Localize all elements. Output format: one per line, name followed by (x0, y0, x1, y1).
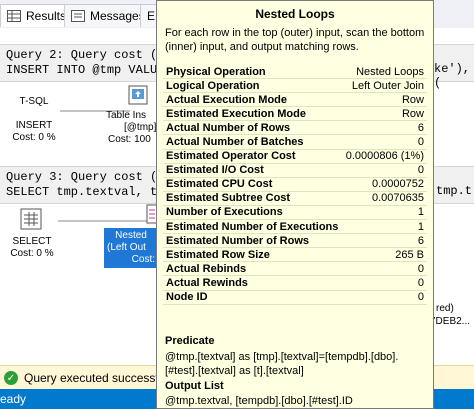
tab-messages[interactable]: Messages (64, 4, 145, 27)
select-icon[interactable] (20, 208, 42, 233)
query2-cost-text: Query 2: Query cost ( (6, 48, 158, 62)
tooltip-description: For each row in the top (outer) input, s… (165, 27, 425, 53)
table-insert-icon[interactable] (128, 85, 148, 108)
tooltip-property-value: 0 (341, 275, 427, 291)
tooltip-property-key: Estimated Execution Mode (163, 106, 342, 122)
tooltip-property-value: 6 (341, 233, 427, 249)
flow-arrow-2 (58, 220, 148, 222)
tooltip-property-row: Estimated CPU Cost 0.0000752 (163, 177, 427, 192)
predicate-text: @tmp.[textval] as [tmp].[textval]=[tempd… (165, 351, 399, 377)
message-icon (71, 10, 85, 22)
tooltip-property-key: Actual Number of Batches (163, 134, 342, 150)
tooltip-property-key: Node ID (163, 290, 342, 305)
tooltip-property-key: Estimated Row Size (163, 247, 342, 263)
tooltip-property-row: Physical Operation Nested Loops (163, 65, 427, 80)
query3-cost-text: Query 3: Query cost ( (6, 170, 158, 184)
tooltip-property-row: Number of Executions 1 (163, 205, 427, 221)
tooltip-property-value: 0.0070635 (341, 191, 427, 206)
tooltip-property-key: Actual Rewinds (163, 275, 342, 291)
tab-results-label: Results (26, 9, 67, 23)
insert-cost: Cost: 0 % (12, 132, 56, 143)
tooltip-property-value: 0.0000752 (341, 177, 427, 192)
tooltip-title: Nested Loops (255, 7, 335, 21)
query2-sql-tail: ke'), ( (434, 62, 471, 90)
tooltip-property-row: Estimated I/O Cost 0 (163, 163, 427, 178)
tab-messages-label: Messages (90, 9, 145, 23)
tooltip-property-value: 1 (341, 219, 427, 235)
table-insert-sub: [@tmp] (124, 122, 157, 133)
tooltip-property-row: Estimated Number of Rows 6 (163, 233, 427, 249)
tooltip-properties-table: Physical Operation Nested Loops Logical Op… (163, 65, 427, 305)
tooltip-property-key: Estimated Subtree Cost (163, 191, 342, 206)
tab-execution-plan-label: E (147, 9, 156, 23)
tooltip-property-value: 0.0000806 (1%) (341, 149, 427, 164)
plan-right-text-1: red) (436, 303, 454, 314)
tooltip-property-key: Actual Rebinds (163, 261, 342, 277)
app-status-text: eady (0, 392, 27, 406)
tab-results[interactable]: Results (0, 4, 66, 27)
tooltip-property-row: Estimated Execution Mode Row (163, 106, 427, 122)
tooltip-property-key: Physical Operation (163, 65, 342, 80)
tooltip-property-value: Left Outer Join (341, 78, 427, 94)
query2-sql-text: INSERT INTO @tmp VALU (6, 63, 158, 77)
tooltip-property-row: Estimated Number of Executions 1 (163, 219, 427, 235)
tooltip-property-key: Estimated CPU Cost (163, 177, 342, 192)
output-list-text: @tmp.textval, [tempdb].[dbo].[#test].ID (165, 395, 353, 407)
tooltip-property-value: Row (341, 92, 427, 108)
predicate-label: Predicate (165, 335, 215, 347)
tooltip-property-value: Row (341, 106, 427, 122)
tooltip-property-row: Estimated Operator Cost 0.0000806 (1%) (163, 149, 427, 164)
tooltip-property-key: Estimated Number of Executions (163, 219, 342, 235)
select-cost: Cost: 0 % (10, 248, 54, 259)
tooltip-property-row: Logical Operation Left Outer Join (163, 78, 427, 94)
nested-loops-node[interactable]: Nested (Left Out Cost: (104, 228, 158, 268)
tooltip-property-key: Actual Execution Mode (163, 92, 342, 108)
insert-node[interactable]: T-SQL INSERT Cost: 0 % (4, 96, 64, 144)
tsql-label: T-SQL (19, 96, 49, 107)
nested-cost: Cost: (131, 254, 155, 265)
tooltip-property-row: Node ID 0 (163, 290, 427, 305)
tooltip-property-key: Actual Number of Rows (163, 120, 342, 136)
output-list-label: Output List (165, 380, 224, 392)
tooltip-property-key: Estimated Operator Cost (163, 149, 342, 164)
tooltip-property-value: 0 (341, 134, 427, 150)
tooltip-property-row: Actual Rebinds 0 (163, 261, 427, 277)
query3-sql-tail: tmp.t (436, 184, 473, 198)
table-insert-cost: Cost: 100 (108, 134, 151, 145)
tooltip-property-key: Estimated I/O Cost (163, 163, 342, 178)
insert-label: INSERT (15, 120, 53, 131)
success-check-icon: ✓ (4, 371, 18, 385)
nested-sub: (Left Out (107, 242, 146, 253)
tooltip-property-value: 0 (341, 290, 427, 305)
table-insert-node[interactable]: Table Ins [@tmp] Cost: 100 (100, 110, 160, 146)
tooltip-property-row: Actual Number of Rows 6 (163, 120, 427, 136)
tooltip-property-value: 6 (341, 120, 427, 136)
grid-icon (7, 10, 21, 22)
tooltip-property-value: 0 (341, 163, 427, 178)
tooltip-property-row: Estimated Row Size 265 B (163, 247, 427, 263)
tooltip-property-value: Nested Loops (341, 65, 427, 80)
tooltip-property-row: Estimated Subtree Cost 0.0070635 (163, 191, 427, 206)
nested-label: Nested (115, 230, 147, 241)
tooltip-property-key: Number of Executions (163, 205, 342, 221)
operator-tooltip: Nested Loops For each row in the top (ou… (156, 0, 434, 409)
tooltip-property-row: Actual Rewinds 0 (163, 275, 427, 291)
select-label: SELECT (12, 236, 52, 247)
tooltip-property-row: Actual Number of Batches 0 (163, 134, 427, 150)
tooltip-property-row: Actual Execution Mode Row (163, 92, 427, 108)
tooltip-property-value: 265 B (341, 247, 427, 263)
tooltip-property-key: Logical Operation (163, 78, 342, 94)
query3-sql-text: SELECT tmp.textval, t (6, 185, 158, 199)
plan-right-text-2: 7DEB2... (430, 316, 471, 327)
table-insert-label: Table Ins (106, 110, 147, 121)
tooltip-property-value: 0 (341, 261, 427, 277)
tooltip-property-value: 1 (341, 205, 427, 221)
tooltip-property-key: Estimated Number of Rows (163, 233, 342, 249)
select-node[interactable]: SELECT Cost: 0 % (2, 236, 62, 260)
